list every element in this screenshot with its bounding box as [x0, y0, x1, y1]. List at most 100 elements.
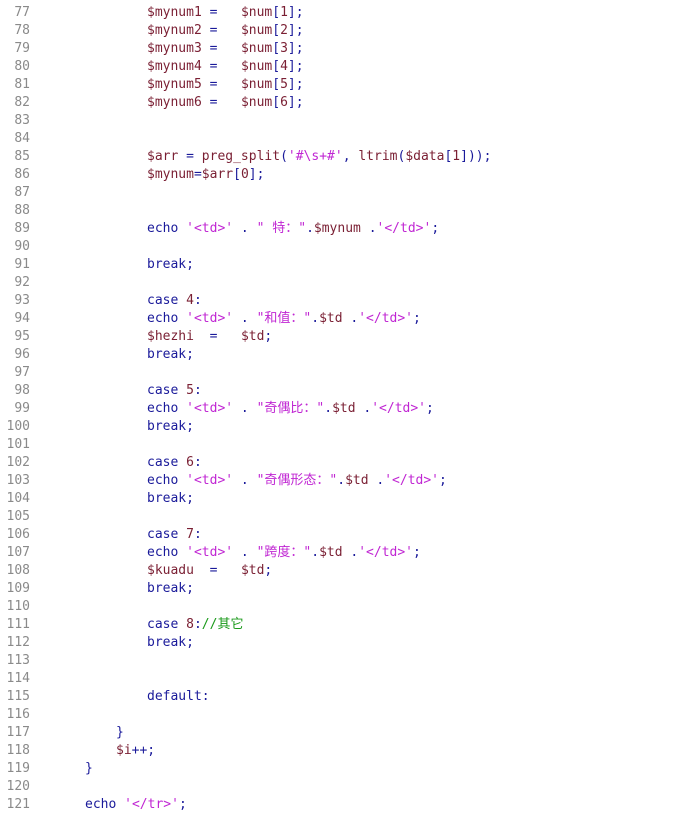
code-line: 79 $mynum3 = $num[3]; — [0, 40, 700, 58]
code-token: 4 — [186, 293, 194, 308]
code-token: . — [233, 473, 257, 488]
code-text: $mynum3 = $num[3]; — [147, 40, 304, 58]
code-line: 110 — [0, 598, 700, 616]
code-token: $td — [332, 401, 356, 416]
code-token: $mynum — [147, 167, 194, 182]
line-number: 77 — [14, 5, 30, 20]
code-line: 118 $i++; — [0, 742, 700, 760]
code-line: 115 default: — [0, 688, 700, 706]
code-token: . — [306, 221, 314, 236]
code-token: : — [193, 617, 202, 632]
code-token: $hezhi — [147, 329, 194, 344]
code-token: '<td>' — [186, 545, 234, 560]
code-token: $mynum4 — [147, 59, 202, 74]
code-token: '<td>' — [186, 473, 234, 488]
line-number: 99 — [14, 401, 30, 416]
code-token: $num — [240, 95, 273, 110]
code-text: case 8://其它 — [147, 616, 243, 634]
code-line: 88 — [0, 202, 700, 220]
code-token: echo — [147, 221, 187, 236]
code-token: preg_split — [201, 149, 281, 164]
code-token: case — [147, 455, 187, 470]
code-token: . — [233, 545, 257, 560]
code-text: $mynum4 = $num[4]; — [147, 58, 304, 76]
code-token: '<td>' — [186, 221, 234, 236]
code-text: $mynum6 = $num[6]; — [147, 94, 304, 112]
code-line: 92 — [0, 274, 700, 292]
code-token: . — [368, 473, 385, 488]
code-line: 97 — [0, 364, 700, 382]
code-text: $hezhi = $td; — [147, 328, 272, 346]
code-text: echo '<td>' . " 特：".$mynum .'</td>'; — [147, 220, 439, 238]
code-token: break — [147, 419, 187, 434]
code-token: ; — [264, 563, 273, 578]
code-token: break — [147, 257, 187, 272]
code-text: $mynum=$arr[0]; — [147, 166, 264, 184]
code-token: $num — [240, 5, 273, 20]
code-text: echo '<td>' . "和值：".$td .'</td>'; — [147, 310, 421, 328]
line-number: 121 — [6, 797, 30, 812]
line-number: 94 — [14, 311, 30, 326]
code-line: 119} — [0, 760, 700, 778]
line-number: 109 — [6, 581, 30, 596]
line-number: 102 — [6, 455, 30, 470]
code-token: $data — [405, 149, 445, 164]
code-text: $i++; — [116, 742, 155, 760]
code-token: break — [147, 347, 187, 362]
code-text: } — [116, 724, 124, 742]
code-text: break; — [147, 256, 194, 274]
code-token: ltrim — [358, 149, 398, 164]
code-token: = — [201, 41, 241, 56]
code-line: 117} — [0, 724, 700, 742]
line-number: 84 — [14, 131, 30, 146]
code-line: 100 break; — [0, 418, 700, 436]
line-number: 115 — [6, 689, 30, 704]
code-token: . — [233, 311, 257, 326]
line-number: 104 — [6, 491, 30, 506]
code-line: 108 $kuadu = $td; — [0, 562, 700, 580]
code-token: $num — [240, 59, 273, 74]
line-number: 107 — [6, 545, 30, 560]
code-line: 104 break; — [0, 490, 700, 508]
code-line: 84 — [0, 130, 700, 148]
line-number: 111 — [6, 617, 30, 632]
code-token: [ — [272, 41, 281, 56]
code-token: [ — [272, 95, 281, 110]
code-line: 121 echo '</tr>'; — [0, 796, 700, 814]
code-text: break; — [147, 346, 194, 364]
code-line: 98 case 5: — [0, 382, 700, 400]
code-token: = — [201, 95, 241, 110]
code-token: $td — [345, 473, 369, 488]
code-token: [ — [272, 77, 281, 92]
code-line: 99 echo '<td>' . "奇偶比：".$td .'</td>'; — [0, 400, 700, 418]
code-token: . — [324, 401, 333, 416]
code-line: 105 — [0, 508, 700, 526]
code-token: default — [147, 689, 202, 704]
code-line: 93 case 4: — [0, 292, 700, 310]
code-token: 3 — [280, 41, 288, 56]
line-number: 89 — [14, 221, 30, 236]
code-token: ; — [186, 419, 194, 434]
code-token: ; — [439, 473, 447, 488]
code-editor[interactable]: 77 $mynum1 = $num[1]; 78 $mynum2 = $num[2];… — [0, 4, 700, 814]
code-token: case — [147, 293, 187, 308]
code-token: . — [355, 401, 372, 416]
code-token: '</td>' — [358, 545, 414, 560]
code-text: } — [85, 760, 93, 778]
line-number: 108 — [6, 563, 30, 578]
code-token: "奇偶形态：" — [256, 473, 338, 488]
code-token: '</td>' — [384, 473, 440, 488]
line-number: 101 — [6, 437, 30, 452]
code-line: 116 — [0, 706, 700, 724]
line-number: 98 — [14, 383, 30, 398]
code-text: echo '<td>' . "奇偶形态：".$td .'</td>'; — [147, 472, 447, 490]
code-line: 87 — [0, 184, 700, 202]
code-token: $num — [240, 41, 273, 56]
code-token: 6 — [186, 455, 194, 470]
code-text: echo '<td>' . "奇偶比：".$td .'</td>'; — [147, 400, 434, 418]
code-token: : — [193, 455, 202, 470]
line-number: 91 — [14, 257, 30, 272]
code-line: 82 $mynum6 = $num[6]; — [0, 94, 700, 112]
code-line: 89 echo '<td>' . " 特：".$mynum .'</td>'; — [0, 220, 700, 238]
code-token: echo — [147, 311, 187, 326]
